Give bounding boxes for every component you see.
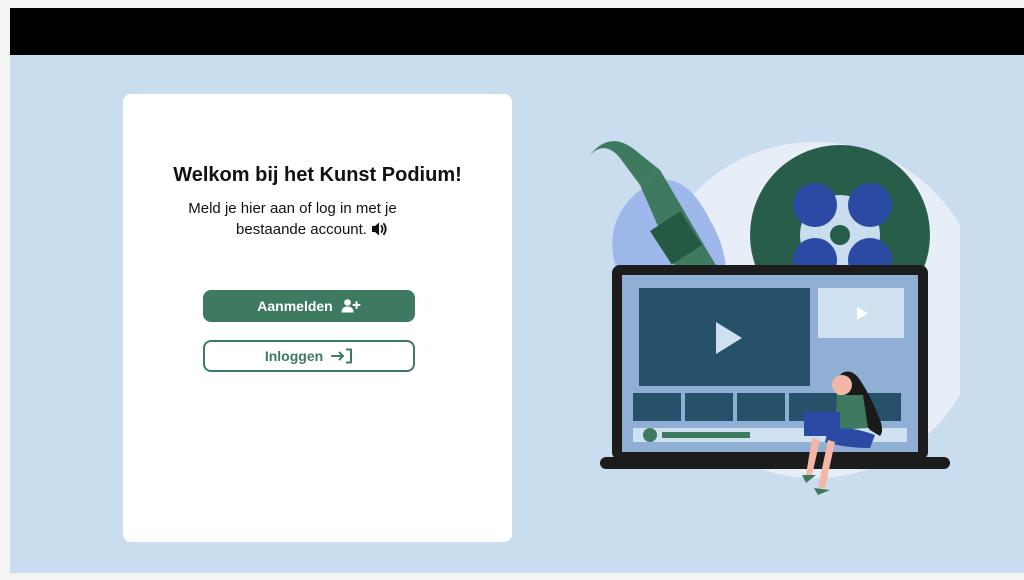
speaker-icon[interactable] bbox=[371, 221, 389, 243]
window-frame-top bbox=[0, 0, 1024, 8]
top-bar bbox=[10, 8, 1024, 55]
login-button-label: Inloggen bbox=[264, 348, 324, 364]
add-user-icon bbox=[341, 298, 361, 314]
welcome-subtitle: Meld je hier aan of log in met je bestaa… bbox=[123, 198, 512, 243]
welcome-subtitle-line2: bestaande account. bbox=[236, 221, 367, 238]
login-arrow-icon bbox=[331, 348, 353, 364]
welcome-title: Welkom bij het Kunst Podium! bbox=[173, 164, 462, 186]
welcome-card: Welkom bij het Kunst Podium! Meld je hie… bbox=[123, 94, 512, 542]
signup-button[interactable]: Aanmelden bbox=[203, 290, 415, 322]
media-illustration bbox=[580, 130, 983, 510]
window-frame-bottom bbox=[0, 573, 1024, 580]
illustration-svg bbox=[590, 141, 983, 495]
login-button[interactable]: Inloggen bbox=[203, 340, 415, 372]
laptop-illustration bbox=[600, 265, 950, 469]
signup-button-label: Aanmelden bbox=[257, 298, 333, 314]
welcome-subtitle-line1: Meld je hier aan of log in met je bbox=[188, 200, 397, 217]
welcome-subtitle-line2-wrap: bestaande account. bbox=[123, 219, 512, 243]
window-frame-left bbox=[0, 0, 10, 580]
